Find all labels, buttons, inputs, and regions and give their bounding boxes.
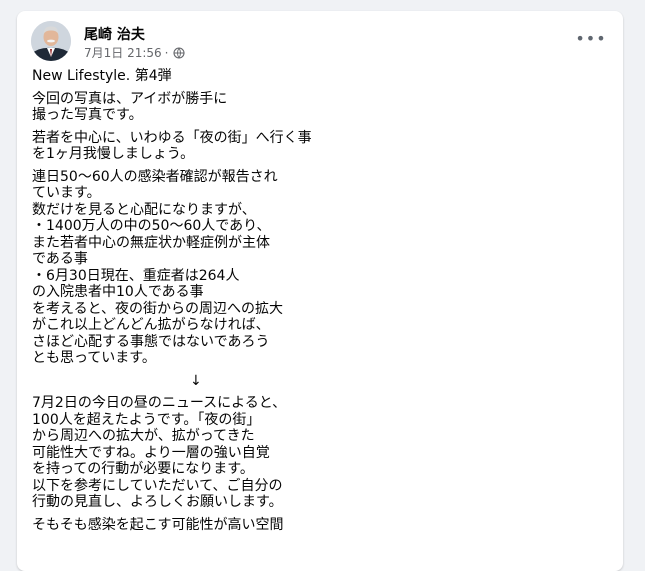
- post-date[interactable]: 7月1日 21:56: [84, 44, 162, 61]
- avatar[interactable]: [31, 21, 71, 61]
- text-line: である事: [32, 251, 88, 267]
- text-line: 以下を参考にしていただいて、ご自分の: [32, 477, 283, 494]
- paragraph-1: 今回の写真は、アイボが勝手に 撮った写真です。: [32, 91, 592, 124]
- text-line: ています。: [32, 185, 101, 201]
- text-line: 数だけを見ると心配になりますが、: [32, 201, 256, 218]
- text-line: 100人を超えたようです。「夜の街」: [32, 411, 261, 428]
- text-line: さほど心配する事態ではないであろう: [32, 333, 270, 350]
- post-body: New Lifestyle. 第4弾 今回の写真は、アイボが勝手に 撮った写真で…: [32, 68, 592, 539]
- text-line: 撮った写真です。: [32, 107, 143, 123]
- text-line: から周辺への拡大が、拡がってきた: [32, 428, 255, 444]
- text-line: ・1400万人の中の50～60人であり、: [32, 218, 271, 234]
- paragraph-2: 若者を中心に、いわゆる「夜の街」へ行く事 を1ヶ月我慢しましょう。: [32, 130, 592, 163]
- avatar-image: [31, 21, 71, 61]
- post-header: 尾崎 治夫 7月1日 21:56 · •••: [31, 21, 609, 65]
- post-card: 尾崎 治夫 7月1日 21:56 · ••• New Lifestyle. 第4…: [17, 11, 623, 571]
- text-line: 若者を中心に、いわゆる「夜の街」へ行く事: [32, 129, 312, 146]
- text-line: の入院患者中10人である事: [32, 284, 204, 300]
- text-line: また若者中心の無症状か軽症例が主体: [32, 234, 270, 251]
- text-line: 今回の写真は、アイボが勝手に: [32, 90, 228, 107]
- paragraph-5: そもそも感染を起こす可能性が高い空間: [32, 517, 592, 534]
- text-line: そもそも感染を起こす可能性が高い空間: [32, 516, 284, 533]
- text-line: 連日50～60人の感染者確認が報告され: [32, 168, 278, 185]
- text-line: がこれ以上どんどん拡がらなければ、: [32, 317, 270, 333]
- author-name[interactable]: 尾崎 治夫: [84, 24, 145, 44]
- text-line: を1ヶ月我慢しましょう。: [32, 146, 195, 162]
- text-line: 可能性大ですね。より一層の強い自覚: [32, 444, 270, 461]
- meta-separator: ·: [164, 45, 169, 60]
- globe-icon: [172, 46, 185, 59]
- text-line: を持っての行動が必要になります。: [32, 461, 254, 477]
- paragraph-3: 連日50～60人の感染者確認が報告され ています。 数だけを見ると心配になります…: [32, 169, 592, 367]
- text-line: 行動の見直し、よろしくお願いします。: [32, 494, 283, 510]
- post-title: New Lifestyle. 第4弾: [32, 68, 172, 84]
- text-line: ・6月30日現在、重症者は264人: [32, 267, 240, 284]
- more-options-button[interactable]: •••: [575, 27, 605, 49]
- down-arrow: ↓: [190, 372, 202, 389]
- text-line: を考えると、夜の街からの周辺への拡大: [32, 300, 284, 317]
- paragraph-4: 7月2日の今日の昼のニュースによると、 100人を超えたようです。「夜の街」 か…: [32, 395, 592, 511]
- text-line: 7月2日の今日の昼のニュースによると、: [32, 395, 287, 411]
- text-line: とも思っています。: [32, 350, 156, 366]
- post-meta: 7月1日 21:56 ·: [84, 44, 185, 61]
